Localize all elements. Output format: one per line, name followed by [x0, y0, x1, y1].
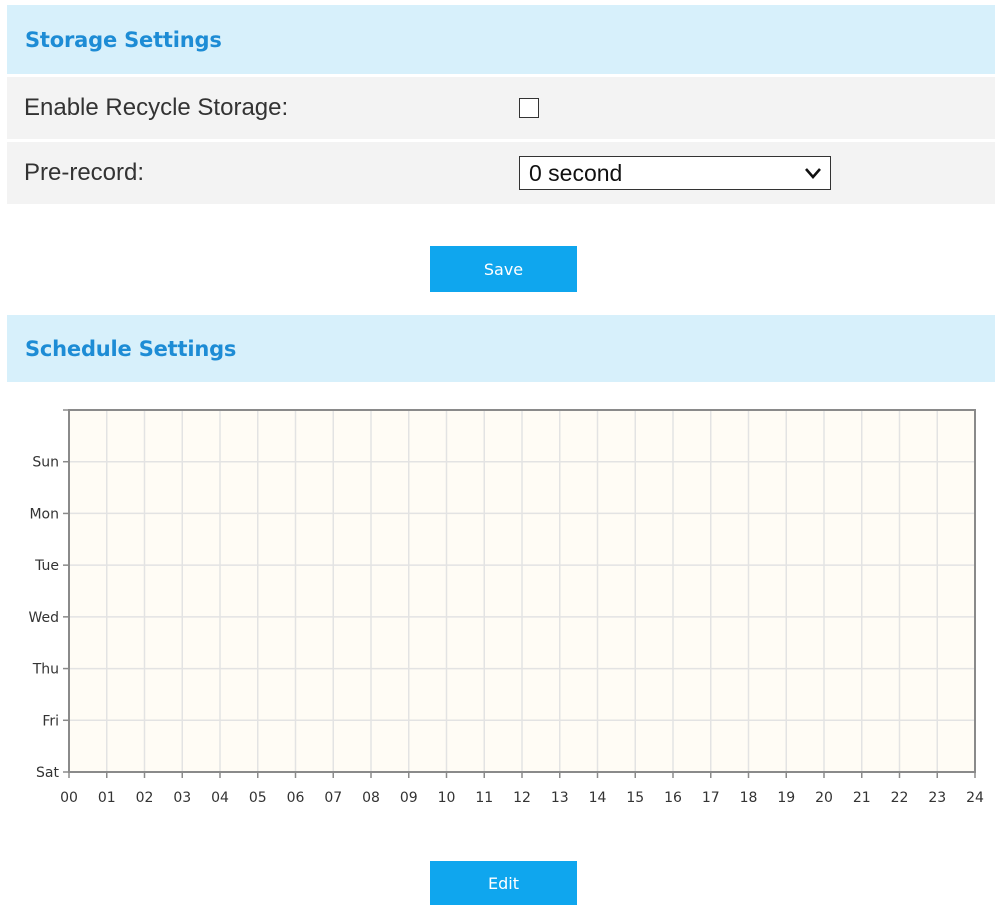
schedule-settings-header: Schedule Settings [7, 315, 995, 382]
hour-label: 15 [626, 790, 644, 806]
day-label: Tue [34, 558, 59, 574]
schedule-chart[interactable]: Sun Mon Tue Wed Thu Fri Sat 00 01 02 03 04 05 06 07 08… [0, 395, 995, 825]
hour-label: 17 [702, 790, 720, 806]
recycle-storage-value-cell [506, 77, 995, 139]
day-label: Thu [32, 662, 59, 678]
hour-label: 22 [891, 790, 909, 806]
storage-settings-title: Storage Settings [25, 27, 222, 52]
hour-label: 11 [475, 790, 493, 806]
recycle-storage-row: Enable Recycle Storage: [7, 77, 995, 139]
prerecord-selected-value: 0 second [529, 159, 623, 186]
hour-label: 04 [211, 790, 229, 806]
hour-label: 13 [551, 790, 569, 806]
hour-label: 05 [249, 790, 267, 806]
hour-label: 21 [853, 790, 871, 806]
hour-label: 08 [362, 790, 380, 806]
recycle-storage-label: Enable Recycle Storage: [24, 94, 289, 121]
recycle-storage-checkbox[interactable] [519, 98, 539, 118]
prerecord-value-cell: 0 second [506, 142, 995, 204]
hour-label: 20 [815, 790, 833, 806]
hour-label: 14 [589, 790, 607, 806]
day-label: Fri [42, 713, 59, 729]
save-button[interactable]: Save [430, 246, 577, 292]
hour-label: 19 [777, 790, 795, 806]
prerecord-label: Pre-record: [24, 159, 145, 186]
hour-label: 02 [136, 790, 154, 806]
hour-label: 06 [287, 790, 305, 806]
storage-settings-header: Storage Settings [7, 5, 995, 74]
prerecord-row: Pre-record: 0 second [7, 142, 995, 204]
schedule-settings-title: Schedule Settings [25, 336, 237, 361]
hour-label: 09 [400, 790, 418, 806]
hour-label: 03 [173, 790, 191, 806]
hour-label: 18 [740, 790, 758, 806]
hour-label: 12 [513, 790, 531, 806]
hour-label: 16 [664, 790, 682, 806]
hour-label: 24 [966, 790, 984, 806]
hour-label: 10 [438, 790, 456, 806]
day-label: Wed [28, 610, 59, 626]
hour-label: 07 [324, 790, 342, 806]
edit-button[interactable]: Edit [430, 861, 577, 905]
hour-label: 00 [60, 790, 78, 806]
hour-label: 23 [928, 790, 946, 806]
prerecord-select[interactable]: 0 second [519, 156, 831, 190]
day-label: Sun [32, 455, 59, 471]
day-label: Sat [36, 765, 59, 781]
day-label: Mon [29, 506, 59, 522]
hour-label: 01 [98, 790, 116, 806]
chevron-down-icon [805, 168, 821, 179]
